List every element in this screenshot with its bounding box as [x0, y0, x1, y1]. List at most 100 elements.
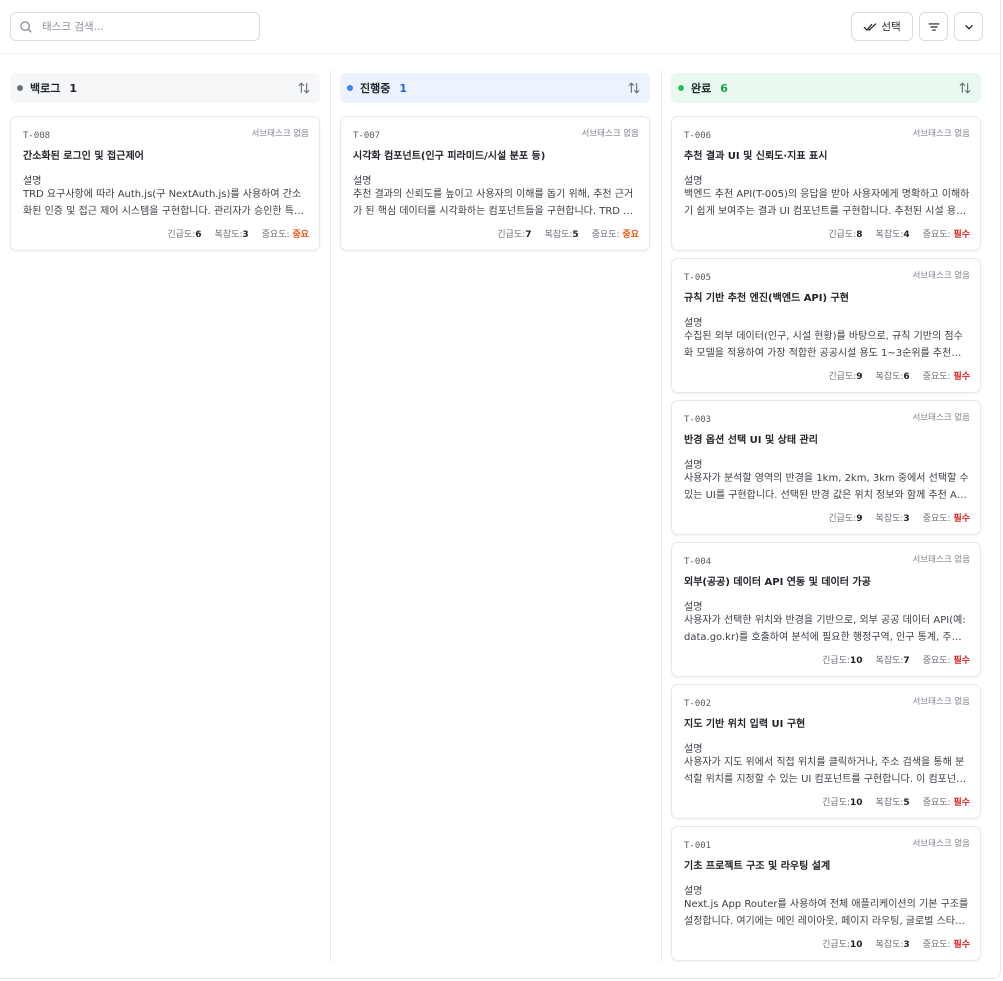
- description-label: 설명: [353, 176, 372, 187]
- column-count: 1: [69, 81, 78, 95]
- task-card-t-008[interactable]: T-008 서브태스크 없음 간소화된 로그인 및 접근제어 설명 TRD 요구…: [10, 116, 320, 251]
- column-in-progress: 진행중 1 T-007 서브태스크 없음 시각화 컴포넌트(인구 피라미드/시설…: [340, 54, 650, 962]
- task-card-t-006[interactable]: T-006 서브태스크 없음 추천 결과 UI 및 신뢰도·지표 표시 설명 백…: [671, 116, 981, 251]
- column-title: 백로그: [30, 82, 61, 95]
- task-id: T-004: [684, 557, 712, 567]
- dropdown-button[interactable]: [954, 12, 983, 41]
- task-id: T-005: [684, 273, 712, 283]
- description-label: 설명: [23, 176, 42, 187]
- complexity-value: 6: [903, 372, 910, 382]
- task-description: 사용자가 선택한 위치와 반경을 기반으로, 외부 공공 데이터 API(예: …: [684, 615, 966, 643]
- urgency-value: 10: [850, 656, 863, 666]
- column-header-backlog: 백로그 1: [10, 73, 320, 103]
- task-card-t-003[interactable]: T-003 서브태스크 없음 반경 옵션 선택 UI 및 상태 관리 설명 사용…: [671, 400, 981, 535]
- complexity-value: 3: [903, 514, 910, 524]
- task-title: 반경 옵션 선택 UI 및 상태 관리: [684, 435, 818, 446]
- urgency-label: 긴급도:: [822, 940, 851, 950]
- task-card-t-004[interactable]: T-004 서브태스크 없음 외부(공공) 데이터 API 연동 및 데이터 가…: [671, 542, 981, 677]
- subtask-status: 서브태스크 없음: [912, 555, 970, 565]
- importance-label: 중요도:: [922, 940, 951, 950]
- subtask-status: 서브태스크 없음: [251, 129, 309, 139]
- urgency-label: 긴급도:: [828, 230, 857, 240]
- task-title: 지도 기반 위치 입력 UI 구현: [684, 719, 806, 730]
- urgency-label: 긴급도:: [497, 230, 526, 240]
- status-dot: [17, 85, 23, 91]
- description-label: 설명: [684, 744, 703, 755]
- search-input[interactable]: [42, 20, 242, 33]
- urgency-label: 긴급도:: [167, 230, 196, 240]
- sort-icon[interactable]: [958, 81, 972, 95]
- filter-button[interactable]: [919, 12, 948, 41]
- task-title: 추천 결과 UI 및 신뢰도·지표 표시: [684, 151, 828, 162]
- task-description: 추천 결과의 신뢰도를 높이고 사용자의 이해를 돕기 위해, 추천 근거가 된…: [353, 189, 634, 217]
- subtask-status: 서브태스크 없음: [912, 839, 970, 849]
- importance-value: 중요: [292, 230, 309, 240]
- urgency-value: 9: [856, 514, 863, 524]
- complexity-label: 복잡도:: [875, 656, 904, 666]
- filter-icon: [928, 22, 939, 31]
- column-divider: [661, 70, 662, 962]
- complexity-value: 7: [903, 656, 910, 666]
- task-description: 사용자가 분석할 영역의 반경을 1km, 2km, 3km 중에서 선택할 수…: [684, 473, 969, 501]
- column-count: 6: [720, 81, 728, 95]
- task-card-t-007[interactable]: T-007 서브태스크 없음 시각화 컴포넌트(인구 피라미드/시설 분포 등)…: [340, 116, 650, 251]
- task-description: 사용자가 지도 위에서 직접 위치를 클릭하거나, 주소 검색을 통해 분석할 …: [684, 757, 966, 785]
- complexity-value: 5: [903, 798, 910, 808]
- task-title: 간소화된 로그인 및 접근제어: [23, 151, 144, 162]
- importance-label: 중요도:: [922, 656, 951, 666]
- task-id: T-002: [684, 699, 712, 709]
- complexity-label: 복잡도:: [875, 514, 904, 524]
- select-button-label: 선택: [881, 21, 901, 33]
- select-button[interactable]: 선택: [851, 12, 913, 41]
- urgency-label: 긴급도:: [828, 514, 857, 524]
- complexity-value: 4: [903, 230, 910, 240]
- subtask-status: 서브태스크 없음: [912, 271, 970, 281]
- complexity-value: 3: [903, 940, 910, 950]
- subtask-status: 서브태스크 없음: [912, 413, 970, 423]
- importance-value: 필수: [953, 798, 970, 808]
- task-id: T-007: [353, 131, 381, 141]
- task-meta: 긴급도:9 복잡도:6 중요도: 필수: [828, 369, 970, 382]
- importance-value: 필수: [953, 940, 970, 950]
- task-meta: 긴급도:10 복잡도:3 중요도: 필수: [822, 937, 970, 950]
- subtask-status: 서브태스크 없음: [912, 129, 970, 139]
- task-card-t-005[interactable]: T-005 서브태스크 없음 규칙 기반 추천 엔진(백엔드 API) 구현 설…: [671, 258, 981, 393]
- importance-value: 필수: [953, 656, 970, 666]
- chevron-down-icon: [964, 24, 973, 29]
- task-id: T-008: [23, 131, 51, 141]
- importance-label: 중요도:: [922, 372, 951, 382]
- urgency-value: 6: [195, 230, 202, 240]
- search-box[interactable]: [10, 12, 260, 41]
- urgency-label: 긴급도:: [828, 372, 857, 382]
- sort-icon[interactable]: [297, 81, 311, 95]
- subtask-status: 서브태스크 없음: [581, 129, 639, 139]
- column-header-in-progress: 진행중 1: [340, 73, 650, 103]
- urgency-value: 10: [850, 940, 863, 950]
- description-label: 설명: [684, 460, 703, 471]
- complexity-label: 복잡도:: [214, 230, 243, 240]
- column-title: 진행중: [360, 82, 391, 95]
- urgency-value: 7: [525, 230, 532, 240]
- sort-icon[interactable]: [627, 81, 641, 95]
- task-card-t-002[interactable]: T-002 서브태스크 없음 지도 기반 위치 입력 UI 구현 설명 사용자가…: [671, 684, 981, 819]
- complexity-value: 5: [572, 230, 579, 240]
- importance-value: 필수: [953, 230, 970, 240]
- importance-value: 중요: [622, 230, 639, 240]
- column-title: 완료: [691, 82, 712, 95]
- urgency-label: 긴급도:: [822, 798, 851, 808]
- task-title: 규칙 기반 추천 엔진(백엔드 API) 구현: [684, 293, 849, 304]
- task-id: T-006: [684, 131, 712, 141]
- urgency-label: 긴급도:: [822, 656, 851, 666]
- column-divider: [330, 70, 331, 962]
- description-label: 설명: [684, 886, 703, 897]
- column-count: 1: [399, 81, 408, 95]
- importance-label: 중요도:: [922, 230, 951, 240]
- column-done: 완료 6 T-006 서브태스크 없음 추천 결과 UI 및 신뢰도·지표 표시…: [671, 54, 981, 962]
- complexity-label: 복잡도:: [875, 230, 904, 240]
- task-description: TRD 요구사항에 따라 Auth.js(구 NextAuth.js)를 사용하…: [23, 189, 304, 217]
- urgency-value: 10: [850, 798, 863, 808]
- urgency-value: 9: [856, 372, 863, 382]
- task-meta: 긴급도:7 복잡도:5 중요도: 중요: [497, 227, 639, 240]
- task-card-t-001[interactable]: T-001 서브태스크 없음 기초 프로젝트 구조 및 라우팅 설계 설명 Ne…: [671, 826, 981, 961]
- description-label: 설명: [684, 318, 703, 329]
